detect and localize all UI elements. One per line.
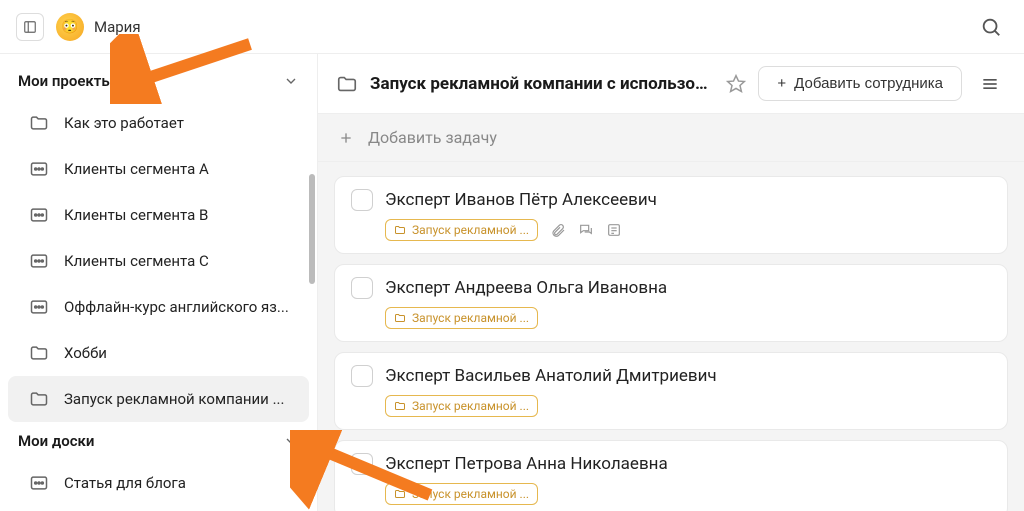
task-list: Эксперт Иванов Пётр Алексеевич Запуск рек… (318, 162, 1024, 511)
avatar[interactable]: 😳 (56, 13, 84, 41)
chevron-down-icon (283, 73, 299, 89)
project-tag-label: Запуск рекламной ... (412, 487, 529, 501)
sidebar: Мои проекты Как это работает Клиенты сегм… (0, 54, 318, 511)
more-menu-button[interactable] (974, 68, 1006, 100)
task-title: Эксперт Васильев Анатолий Дмитриевич (385, 366, 717, 386)
project-tag[interactable]: Запуск рекламной ... (385, 307, 538, 329)
board-icon (28, 158, 50, 180)
task-card[interactable]: Эксперт Андреева Ольга Ивановна Запуск ре… (334, 264, 1008, 342)
add-task-button[interactable]: Добавить задачу (318, 114, 1024, 162)
task-checkbox[interactable] (351, 453, 373, 475)
folder-icon (28, 342, 50, 364)
task-card[interactable]: Эксперт Петрова Анна Николаевна Запуск ре… (334, 440, 1008, 511)
sidebar-item-label: Клиенты сегмента А (64, 160, 209, 178)
board-icon (28, 250, 50, 272)
sidebar-item-label: Клиенты сегмента С (64, 252, 209, 270)
sidebar-item[interactable]: Оффлайн-курс английского яз... (8, 284, 309, 330)
sidebar-item[interactable]: Статья для блога (8, 460, 309, 506)
section-projects-header[interactable]: Мои проекты (0, 62, 317, 100)
comment-icon (578, 222, 594, 238)
sidebar-item-label: Клиенты сегмента В (64, 206, 208, 224)
project-tag[interactable]: Запуск рекламной ... (385, 395, 538, 417)
project-tag[interactable]: Запуск рекламной ... (385, 483, 538, 505)
plus-icon: + (777, 75, 786, 92)
task-title: Эксперт Петрова Анна Николаевна (385, 454, 668, 474)
board-icon (28, 204, 50, 226)
sidebar-item-label: Оффлайн-курс английского яз... (64, 298, 289, 316)
folder-icon (336, 73, 358, 95)
project-tag-label: Запуск рекламной ... (412, 223, 529, 237)
sidebar-item[interactable]: Клиенты сегмента А (8, 146, 309, 192)
topbar: 😳 Мария (0, 0, 1024, 54)
plus-icon (338, 130, 354, 146)
task-title: Эксперт Иванов Пётр Алексеевич (385, 190, 657, 210)
add-task-label: Добавить задачу (368, 128, 497, 147)
main-panel: Запуск рекламной компании с использован.… (318, 54, 1024, 511)
username: Мария (94, 18, 141, 36)
project-tag-label: Запуск рекламной ... (412, 399, 529, 413)
folder-icon (28, 112, 50, 134)
section-projects-label: Мои проекты (18, 72, 114, 90)
task-card[interactable]: Эксперт Иванов Пётр Алексеевич Запуск рек… (334, 176, 1008, 254)
section-boards-label: Мои доски (18, 432, 94, 450)
sidebar-item[interactable]: Хобби (8, 330, 309, 376)
sidebar-item[interactable]: Клиенты сегмента С (8, 238, 309, 284)
scrollbar[interactable] (309, 174, 315, 284)
task-checkbox[interactable] (351, 365, 373, 387)
attachment-icon (550, 222, 566, 238)
task-checkbox[interactable] (351, 189, 373, 211)
project-tag[interactable]: Запуск рекламной ... (385, 219, 538, 241)
task-checkbox[interactable] (351, 277, 373, 299)
section-boards-header[interactable]: Мои доски (0, 422, 317, 460)
task-title: Эксперт Андреева Ольга Ивановна (385, 278, 667, 298)
sidebar-item-label: Хобби (64, 344, 107, 362)
board-icon (28, 472, 50, 494)
folder-icon (28, 388, 50, 410)
task-card[interactable]: Эксперт Васильев Анатолий Дмитриевич Запу… (334, 352, 1008, 430)
note-icon (606, 222, 622, 238)
collapse-sidebar-button[interactable] (16, 13, 44, 41)
page-title: Запуск рекламной компании с использован.… (370, 74, 714, 94)
sidebar-item[interactable]: Запуск рекламной компании ... (8, 376, 309, 422)
sidebar-item-label: Как это работает (64, 114, 184, 132)
project-tag-label: Запуск рекламной ... (412, 311, 529, 325)
main-header: Запуск рекламной компании с использован.… (318, 54, 1024, 114)
search-button[interactable] (974, 10, 1008, 44)
favorite-button[interactable] (726, 74, 746, 94)
sidebar-item-label: Запуск рекламной компании ... (64, 390, 284, 408)
sidebar-item[interactable]: Как это работает (8, 100, 309, 146)
sidebar-item[interactable]: Клиенты сегмента В (8, 192, 309, 238)
sidebar-item-label: Статья для блога (64, 474, 186, 492)
chevron-down-icon (283, 433, 299, 449)
add-collaborator-label: Добавить сотрудника (794, 75, 943, 92)
board-icon (28, 296, 50, 318)
add-collaborator-button[interactable]: + Добавить сотрудника (758, 66, 962, 101)
